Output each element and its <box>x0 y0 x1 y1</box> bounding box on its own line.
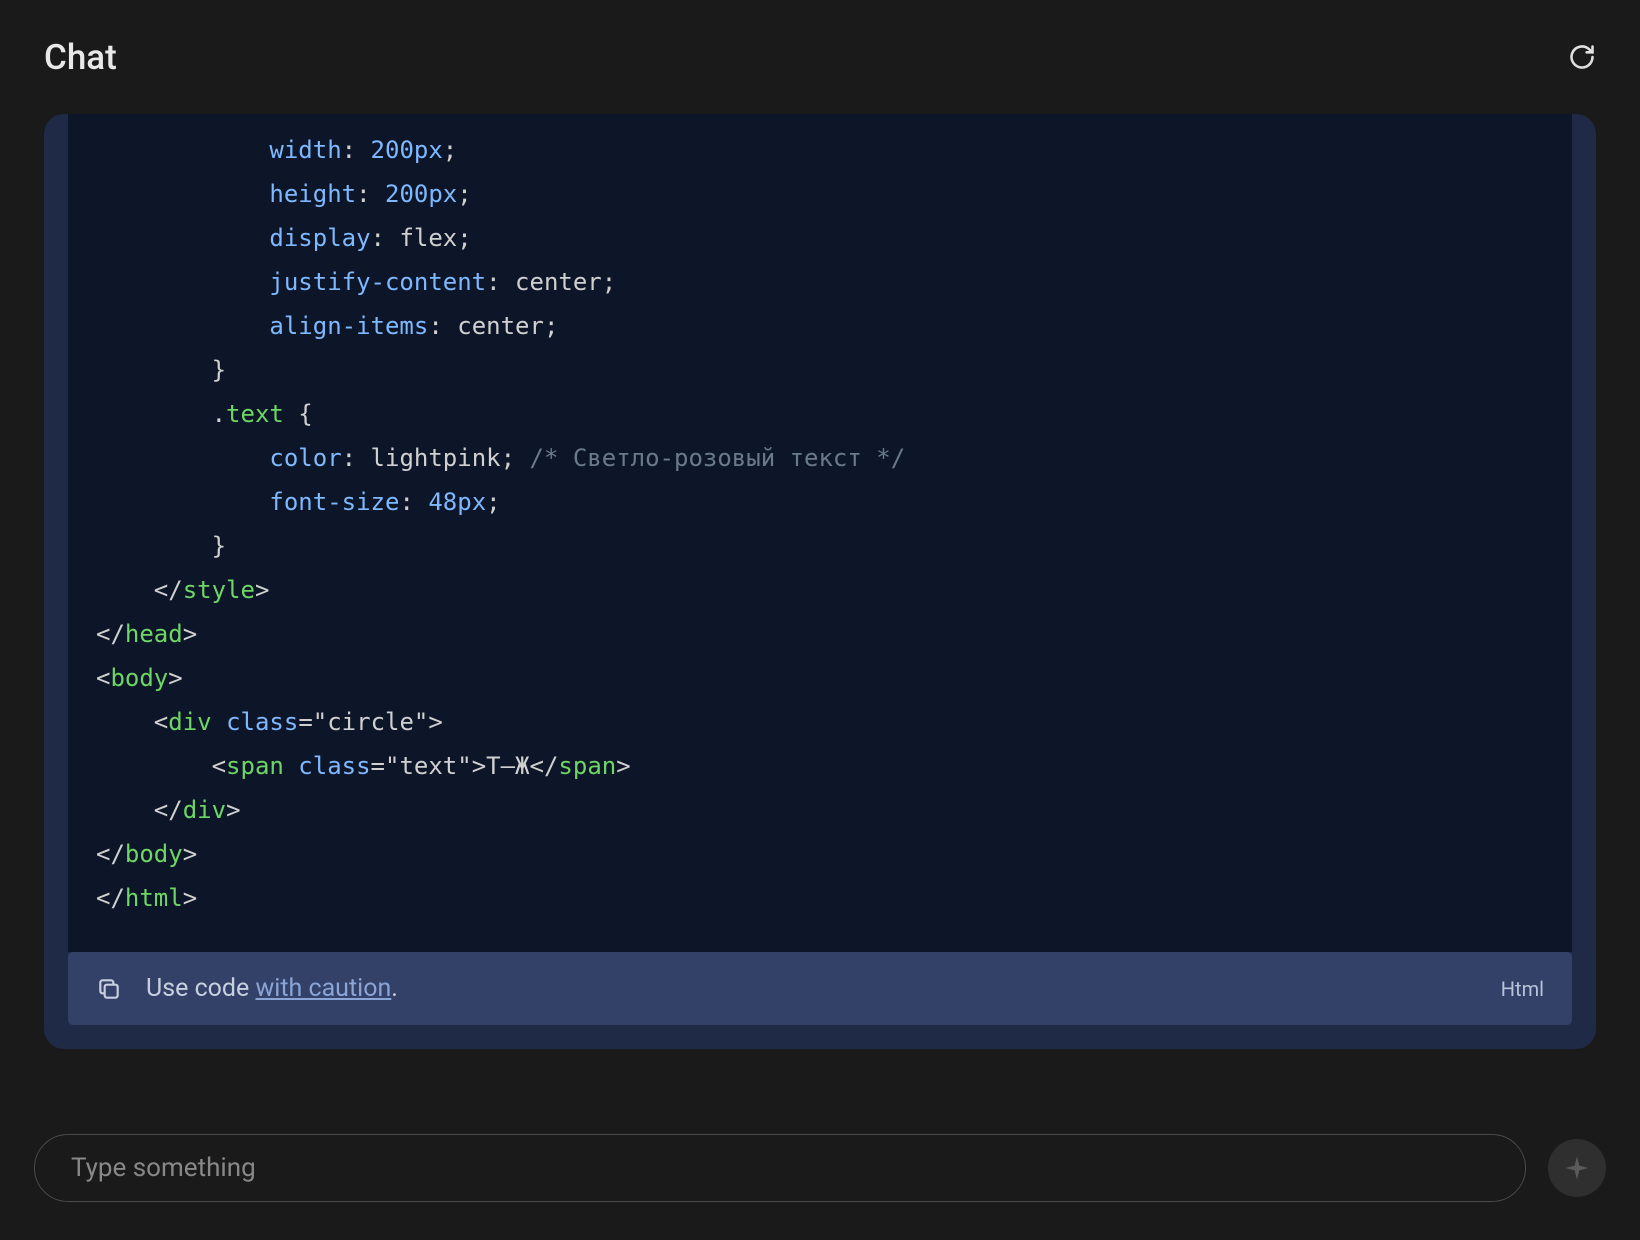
copy-icon[interactable] <box>96 976 122 1002</box>
header: Chat <box>0 0 1640 114</box>
language-badge: Html <box>1501 977 1544 1001</box>
assistant-message: width: 200px; height: 200px; display: fl… <box>44 114 1596 1049</box>
caution-text: Use code with caution. <box>146 974 398 1003</box>
page-title: Chat <box>44 37 117 78</box>
caution-link[interactable]: with caution <box>255 974 391 1003</box>
code-block: width: 200px; height: 200px; display: fl… <box>68 114 1572 952</box>
chat-body: width: 200px; height: 200px; display: fl… <box>0 114 1640 1100</box>
refresh-icon[interactable] <box>1568 43 1596 71</box>
input-area: Type something <box>34 1134 1606 1202</box>
caution-bar: Use code with caution. Html <box>68 952 1572 1025</box>
sparkle-icon <box>1563 1154 1591 1182</box>
send-button[interactable] <box>1548 1139 1606 1197</box>
message-input[interactable]: Type something <box>34 1134 1526 1202</box>
